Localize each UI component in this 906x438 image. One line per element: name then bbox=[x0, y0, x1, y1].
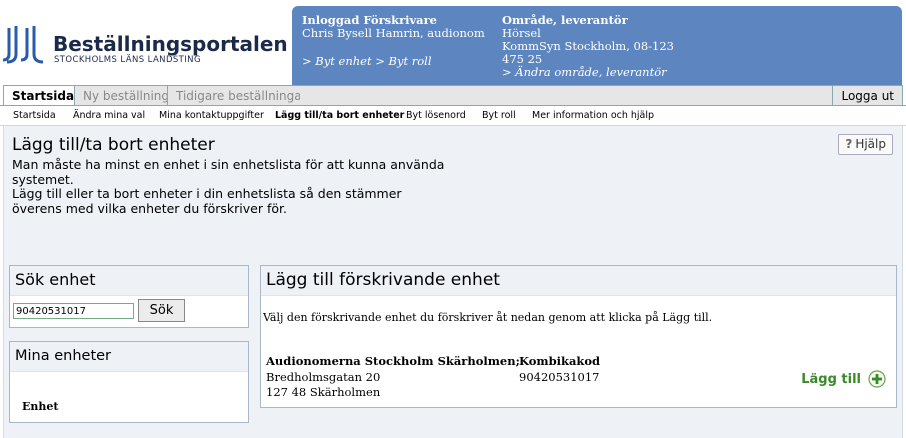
area-info: Område, leverantör Hörsel KommSyn Stockh… bbox=[502, 14, 674, 79]
portal-logo[interactable]: Beställningsportalen STOCKHOLMS LÄNS LAN… bbox=[3, 24, 288, 66]
intro-line-2: Lägg till eller ta bort enheter i din en… bbox=[12, 186, 402, 216]
kombikakod-value: 90420531017 bbox=[519, 370, 600, 384]
add-unit-instruction: Välj den förskrivande enhet du förskrive… bbox=[263, 311, 713, 324]
search-unit-panel: Sök enhet Sök bbox=[9, 265, 249, 328]
help-label: Hjälp bbox=[855, 137, 886, 151]
subnav-byt-roll[interactable]: Byt roll bbox=[482, 110, 516, 121]
help-button[interactable]: ? Hjälp bbox=[838, 134, 893, 155]
sub-navigation: Startsida Ändra mina val Mina kontaktupp… bbox=[0, 106, 906, 126]
add-unit-panel: Lägg till förskrivande enhet Välj den fö… bbox=[260, 265, 897, 408]
search-unit-heading: Sök enhet bbox=[10, 266, 248, 296]
unit-address-line-1: Bredholmsgatan 20 bbox=[266, 370, 381, 384]
plus-circle-icon bbox=[868, 370, 886, 388]
logo-subtitle: STOCKHOLMS LÄNS LANDSTING bbox=[54, 55, 201, 65]
change-area-link[interactable]: > Ändra område, leverantör bbox=[502, 66, 674, 79]
unit-name: Audionomerna Stockholm Skärholmen; bbox=[266, 354, 520, 368]
logo-title: Beställningsportalen bbox=[53, 32, 288, 56]
subnav-byt-losenord[interactable]: Byt lösenord bbox=[406, 110, 466, 121]
page-header: Beställningsportalen STOCKHOLMS LÄNS LAN… bbox=[0, 0, 906, 86]
unit-column-header: Enhet bbox=[22, 400, 59, 413]
add-unit-heading: Lägg till förskrivande enhet bbox=[261, 266, 896, 296]
page-intro: Man måste ha minst en enhet i sin enhets… bbox=[12, 157, 452, 216]
kombikakod-label: Kombikakod bbox=[519, 354, 601, 368]
tab-tidigare-bestallningar[interactable]: Tidigare beställningar bbox=[167, 85, 316, 106]
page-title: Lägg till/ta bort enheter bbox=[12, 135, 215, 155]
search-unit-input[interactable] bbox=[13, 303, 134, 319]
unit-address: Bredholmsgatan 20 127 48 Skärholmen bbox=[266, 370, 380, 400]
subnav-startsida[interactable]: Startsida bbox=[13, 110, 56, 121]
main-tabs: Startsida Ny beställning Tidigare bestäl… bbox=[0, 84, 906, 107]
add-unit-button[interactable]: Lägg till bbox=[801, 370, 886, 388]
search-button[interactable]: Sök bbox=[138, 299, 185, 322]
logout-button[interactable]: Logga ut bbox=[832, 85, 903, 106]
my-units-heading: Mina enheter bbox=[10, 342, 248, 372]
subnav-enheter[interactable]: Lägg till/ta bort enheter bbox=[275, 110, 404, 121]
main-content: Lägg till/ta bort enheter Man måste ha m… bbox=[3, 126, 903, 438]
subnav-mer-information[interactable]: Mer information och hjälp bbox=[532, 110, 654, 121]
user-info: Inloggad Förskrivare Chris Bysell Hamrin… bbox=[302, 14, 485, 68]
subnav-andra-mina-val[interactable]: Ändra mina val bbox=[73, 110, 145, 121]
change-unit-role-links[interactable]: > Byt enhet > Byt roll bbox=[302, 55, 432, 68]
add-unit-label: Lägg till bbox=[801, 371, 861, 387]
user-name: Chris Bysell Hamrin, audionom bbox=[302, 26, 485, 40]
subnav-kontaktuppgifter[interactable]: Mina kontaktuppgifter bbox=[159, 110, 264, 121]
login-info-box: Inloggad Förskrivare Chris Bysell Hamrin… bbox=[292, 6, 902, 85]
unit-address-line-2: 127 48 Skärholmen bbox=[266, 385, 381, 399]
sll-logo-icon bbox=[3, 26, 44, 64]
tab-ny-bestallning[interactable]: Ny beställning bbox=[74, 85, 179, 106]
intro-line-1: Man måste ha minst en enhet i sin enhets… bbox=[12, 157, 445, 187]
question-icon: ? bbox=[845, 137, 853, 151]
tab-bar-filler bbox=[300, 85, 835, 106]
tab-startsida[interactable]: Startsida bbox=[3, 85, 84, 107]
my-units-panel: Mina enheter Enhet bbox=[9, 341, 249, 423]
